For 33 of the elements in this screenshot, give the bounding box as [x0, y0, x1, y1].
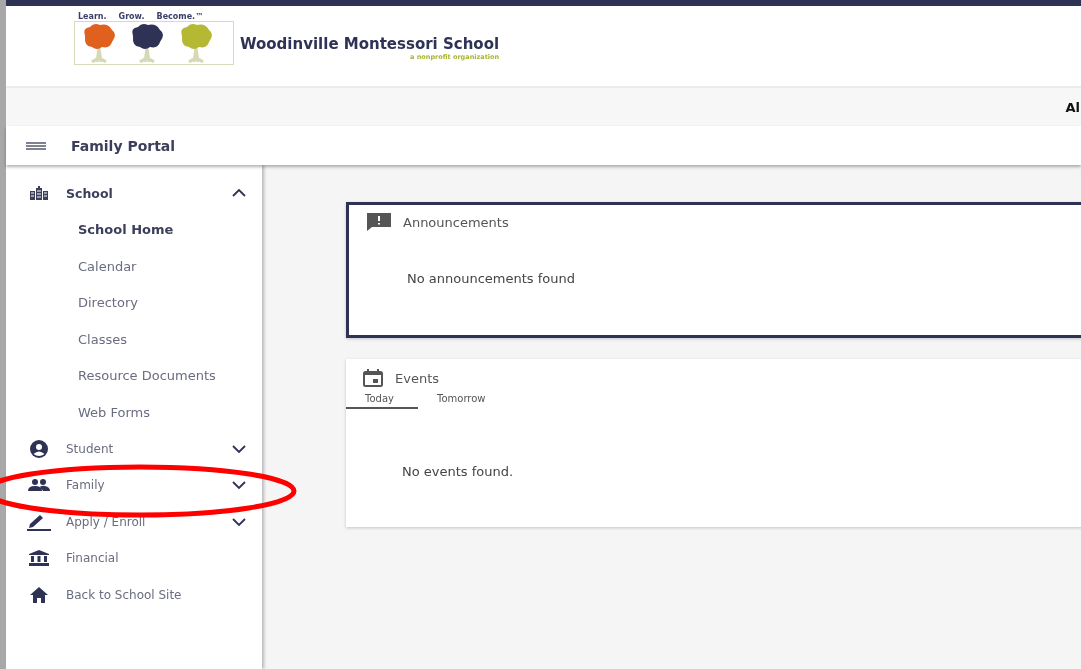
- card-title: Events: [395, 370, 439, 386]
- slogan-word: Learn.: [78, 12, 107, 21]
- menu-icon: [26, 141, 46, 150]
- card-title: Announcements: [403, 214, 509, 230]
- nav-item[interactable]: Student: [6, 430, 262, 467]
- nav-subitem[interactable]: Calendar: [6, 248, 262, 285]
- alert-message-icon: [367, 213, 391, 231]
- day-tab[interactable]: Tomorrow: [418, 393, 490, 409]
- home-icon: [30, 586, 48, 603]
- nav-subitem[interactable]: School Home: [6, 211, 262, 248]
- nav-subitem[interactable]: Directory: [6, 284, 262, 321]
- portal-title: Family Portal: [71, 137, 176, 154]
- info-text: Al: [1065, 99, 1080, 115]
- buildings-icon: [30, 186, 48, 201]
- slogan-word: Grow.: [118, 12, 145, 21]
- school-name: Woodinville Montessori School: [240, 35, 500, 53]
- nav-subitem[interactable]: Classes: [6, 321, 262, 358]
- nav-item[interactable]: Back to School Site: [6, 576, 262, 613]
- people-icon: [28, 479, 50, 492]
- nav-item[interactable]: School: [6, 175, 262, 212]
- nav-subitem[interactable]: Web Forms: [6, 394, 262, 431]
- nav-subitem[interactable]: Resource Documents: [6, 357, 262, 394]
- empty-message: No announcements found: [407, 271, 576, 286]
- calendar-icon: [363, 369, 383, 387]
- slogan-word: Become.™: [156, 12, 204, 21]
- bank-icon: [29, 550, 49, 567]
- account-circle-icon: [30, 439, 48, 458]
- trees-logo-icon: [74, 21, 234, 65]
- nav-item[interactable]: Financial: [6, 540, 262, 577]
- pencil-icon: [27, 512, 51, 531]
- day-tab[interactable]: Today: [346, 393, 418, 409]
- nav-item[interactable]: Apply / Enroll: [6, 503, 262, 540]
- empty-message: No events found.: [402, 464, 515, 479]
